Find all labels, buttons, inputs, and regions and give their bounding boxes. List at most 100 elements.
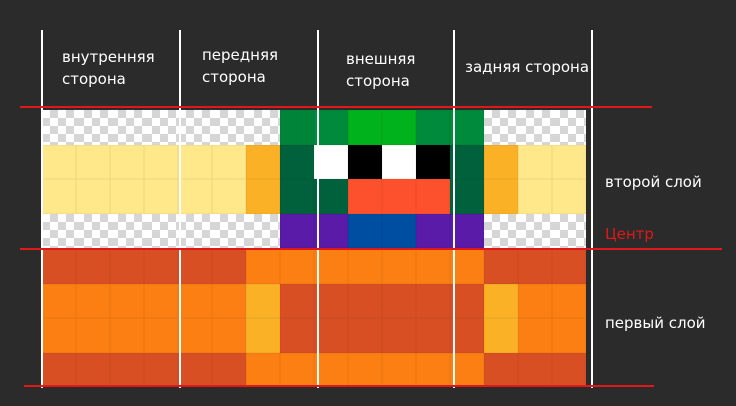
- first-layer-cell: [212, 318, 246, 353]
- second-layer-cell: [450, 110, 484, 145]
- label-front-side-line2: сторона: [202, 68, 266, 86]
- second-layer-cell: [212, 144, 246, 179]
- first-layer-cell: [518, 283, 552, 318]
- first-layer-cell: [76, 283, 110, 318]
- first-layer-cell: [314, 318, 348, 353]
- label-center: Центр: [605, 225, 654, 243]
- second-layer-cell: [212, 110, 246, 145]
- label-back-side-line1: задняя сторона: [465, 58, 590, 76]
- first-layer-cell: [212, 283, 246, 318]
- first-layer-cell: [42, 318, 76, 353]
- second-layer-cell: [212, 179, 246, 214]
- second-layer-cell: [450, 144, 484, 179]
- second-layer-cell: [484, 110, 518, 145]
- second-layer-cell: [144, 179, 178, 214]
- second-layer-cell: [280, 213, 314, 248]
- label-inner-side-line1: внутренняя: [62, 48, 155, 66]
- first-layer-cell: [144, 283, 178, 318]
- first-layer-cell: [348, 249, 382, 284]
- first-layer-cell: [178, 352, 212, 387]
- second-layer-cell: [552, 179, 586, 214]
- first-layer-cell: [42, 283, 76, 318]
- second-layer-cell: [42, 179, 76, 214]
- first-layer-cell: [348, 352, 382, 387]
- first-layer-cell: [382, 249, 416, 284]
- second-layer-cell: [246, 110, 280, 145]
- second-layer-cell: [76, 213, 110, 248]
- label-inner-side: внутренняя сторона: [62, 46, 155, 90]
- first-layer-cell: [484, 283, 518, 318]
- second-layer-cell: [382, 144, 416, 179]
- second-layer-cell: [314, 179, 348, 214]
- first-layer-cell: [416, 352, 450, 387]
- first-layer-cell: [484, 249, 518, 284]
- first-layer-cell: [348, 318, 382, 353]
- first-layer-cell: [110, 283, 144, 318]
- first-layer-cell: [246, 352, 280, 387]
- label-outer-side-line1: внешняя: [346, 50, 416, 68]
- second-layer-cell: [484, 144, 518, 179]
- second-layer-cell: [382, 213, 416, 248]
- first-layer-cell: [552, 352, 586, 387]
- second-layer-cell: [518, 213, 552, 248]
- first-layer-cell: [144, 318, 178, 353]
- first-layer-cell: [416, 318, 450, 353]
- column-divider: [179, 30, 181, 388]
- second-layer-cell: [416, 144, 450, 179]
- label-outer-side: внешняя сторона: [346, 48, 415, 92]
- second-layer-cell: [110, 110, 144, 145]
- first-layer-cell: [212, 352, 246, 387]
- second-layer-cell: [76, 179, 110, 214]
- first-layer-cell: [246, 249, 280, 284]
- second-layer-cell: [110, 179, 144, 214]
- first-layer-cell: [382, 318, 416, 353]
- column-divider: [317, 30, 319, 388]
- second-layer-cell: [110, 213, 144, 248]
- second-layer-cell: [314, 213, 348, 248]
- first-layer-cell: [110, 352, 144, 387]
- first-layer-cell: [484, 352, 518, 387]
- first-layer-cell: [450, 352, 484, 387]
- first-layer-cell: [416, 283, 450, 318]
- second-layer-cell: [518, 179, 552, 214]
- second-layer-cell: [314, 110, 348, 145]
- first-layer-cell: [280, 283, 314, 318]
- second-layer-cell: [280, 144, 314, 179]
- second-layer-cell: [450, 179, 484, 214]
- first-layer-cell: [450, 249, 484, 284]
- second-layer-cell: [178, 110, 212, 145]
- second-layer-cell: [246, 213, 280, 248]
- second-layer-cell: [552, 144, 586, 179]
- second-layer-cell: [348, 110, 382, 145]
- label-front-side: передняя сторона: [202, 44, 278, 88]
- first-layer-cell: [314, 352, 348, 387]
- first-layer-cell: [450, 318, 484, 353]
- center-line: [20, 248, 722, 250]
- first-layer-cell: [382, 352, 416, 387]
- second-layer-cell: [518, 144, 552, 179]
- column-divider: [453, 30, 455, 388]
- first-layer-cell: [76, 318, 110, 353]
- first-layer-cell: [76, 249, 110, 284]
- first-layer-cell: [484, 318, 518, 353]
- label-front-side-line1: передняя: [202, 46, 279, 64]
- first-layer-cell: [450, 283, 484, 318]
- first-layer-cell: [280, 318, 314, 353]
- first-layer-cell: [144, 249, 178, 284]
- first-layer-cell: [76, 352, 110, 387]
- second-layer-cell: [280, 110, 314, 145]
- second-layer-cell: [348, 213, 382, 248]
- second-layer-cell: [76, 110, 110, 145]
- first-layer-cell: [348, 283, 382, 318]
- first-layer-cell: [110, 318, 144, 353]
- top-boundary-line: [20, 106, 652, 108]
- second-layer-cell: [212, 213, 246, 248]
- second-layer-cell: [382, 179, 416, 214]
- second-layer-cell: [178, 213, 212, 248]
- column-divider: [41, 30, 43, 388]
- first-layer-cell: [42, 352, 76, 387]
- first-layer-cell: [144, 352, 178, 387]
- label-back-side: задняя сторона: [465, 56, 589, 78]
- second-layer-cell: [144, 110, 178, 145]
- first-layer-cell: [280, 249, 314, 284]
